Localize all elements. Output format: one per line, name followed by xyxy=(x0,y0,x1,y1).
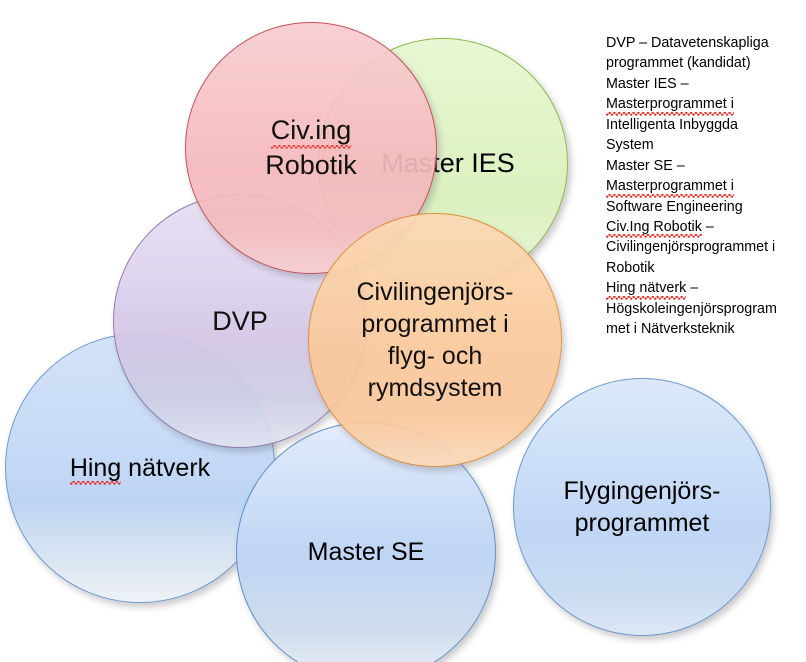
legend-line: Masterprogrammet i xyxy=(606,94,802,117)
circle-label-flygingenjorsprogrammet: Flygingenjörs- programmet xyxy=(563,477,721,537)
circle-label-civing-robotik-line2: Robotik xyxy=(265,150,357,180)
circle-label-hing-natverk: Hing nätverk xyxy=(69,454,211,485)
legend-line: Masterprogrammet i xyxy=(606,176,802,198)
spellcheck-underline: Masterprogrammet i xyxy=(606,176,734,198)
legend-line: Master IES – xyxy=(606,75,689,92)
spellcheck-underline: Masterprogrammet i xyxy=(606,94,734,117)
legend-line: Master SE – xyxy=(606,157,685,174)
spellcheck-underline-hing: Hing xyxy=(69,454,122,485)
legend-line: Civ.Ing Robotik – xyxy=(606,217,802,239)
legend-text-block: DVP – Datavetenskapliga programmet (kandi… xyxy=(606,33,802,340)
circle-label-master-se: Master SE xyxy=(307,538,425,566)
circle-label-civing-robotik-line1: Civ.ing xyxy=(270,115,352,146)
legend-line: Intelligenta Inbyggda xyxy=(606,116,738,133)
circle-label-dvp: DVP xyxy=(212,305,268,336)
circle-label-flyg-och-rymdsystem: Civilingenjörs- programmet i flyg- och r… xyxy=(356,278,514,402)
spellcheck-underline-civing: Civ.ing xyxy=(270,113,352,149)
legend-line: Hing nätverk – xyxy=(606,278,802,301)
spellcheck-underline: Civ.Ing Robotik xyxy=(606,217,702,239)
legend-line: met i Nätverksteknik xyxy=(606,321,735,338)
circle-flygingenjorsprogrammet[interactable]: Flygingenjörs- programmet xyxy=(513,378,771,636)
circle-label-civing-robotik: Civ.ing Robotik xyxy=(259,113,363,182)
legend-line: Civilingenjörsprogrammet i xyxy=(606,239,776,256)
legend-line: DVP – Datavetenskapliga xyxy=(606,35,769,51)
legend-line: programmet (kandidat) xyxy=(606,55,751,72)
legend-line: Software Engineering xyxy=(606,198,743,215)
circle-flyg-och-rymdsystem[interactable]: Civilingenjörs- programmet i flyg- och r… xyxy=(308,213,562,467)
legend-line: Robotik xyxy=(606,259,655,276)
spellcheck-underline: Hing nätverk xyxy=(606,278,687,301)
legend-line: Högskoleingenjörsprogram xyxy=(606,300,777,317)
legend-line: System xyxy=(606,137,654,154)
venn-diagram-canvas: Hing nätverk Master SE Flygingenjörs- pr… xyxy=(0,0,806,662)
